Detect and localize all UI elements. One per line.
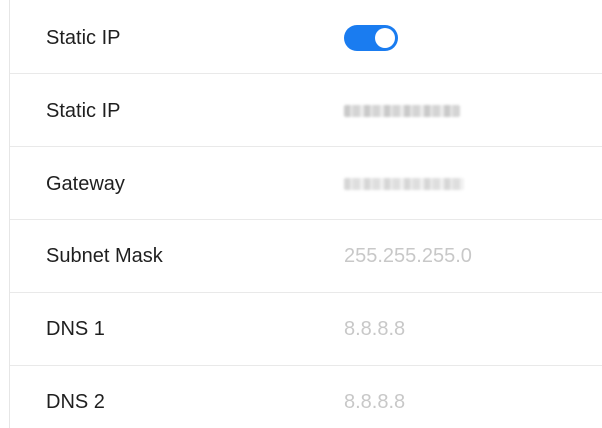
dns1-value[interactable]: 8.8.8.8 bbox=[344, 317, 405, 341]
gateway-value-obscured[interactable] bbox=[344, 178, 464, 190]
static-ip-toggle-label: Static IP bbox=[46, 27, 121, 49]
gateway-row[interactable]: Gateway bbox=[10, 147, 602, 220]
dns2-label: DNS 2 bbox=[46, 391, 105, 413]
static-ip-toggle-switch[interactable] bbox=[344, 25, 398, 51]
subnet-mask-row[interactable]: Subnet Mask 255.255.255.0 bbox=[10, 220, 602, 293]
static-ip-value-obscured[interactable] bbox=[344, 105, 460, 117]
dns2-row[interactable]: DNS 2 8.8.8.8 bbox=[10, 366, 602, 428]
gateway-label: Gateway bbox=[46, 173, 125, 195]
dns1-row[interactable]: DNS 1 8.8.8.8 bbox=[10, 293, 602, 366]
network-settings-panel: Static IP Static IP Gateway Subnet Mask … bbox=[9, 0, 602, 428]
toggle-knob bbox=[375, 28, 395, 48]
subnet-mask-label: Subnet Mask bbox=[46, 245, 163, 267]
dns1-label: DNS 1 bbox=[46, 318, 105, 340]
static-ip-toggle-row[interactable]: Static IP bbox=[10, 0, 602, 74]
subnet-mask-value[interactable]: 255.255.255.0 bbox=[344, 244, 472, 268]
static-ip-row[interactable]: Static IP bbox=[10, 74, 602, 147]
dns2-value[interactable]: 8.8.8.8 bbox=[344, 390, 405, 414]
static-ip-label: Static IP bbox=[46, 100, 121, 122]
